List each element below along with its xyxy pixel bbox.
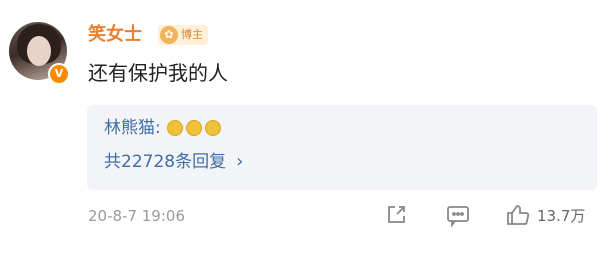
reply-emoji-group xyxy=(166,120,221,136)
share-button[interactable] xyxy=(384,203,408,227)
blogger-badge-icon: ✿ xyxy=(160,26,178,44)
share-icon xyxy=(388,206,405,223)
avatar-face xyxy=(27,36,51,66)
reply-preview-box[interactable]: 林熊猫: 共22728条回复 › xyxy=(87,105,597,190)
emoji-icon xyxy=(185,120,202,136)
thumbs-up-icon xyxy=(507,205,530,225)
emoji-icon xyxy=(166,120,183,136)
reply-author[interactable]: 林熊猫: xyxy=(104,116,161,140)
reply-preview-line: 林熊猫: xyxy=(104,116,221,140)
emoji-icon xyxy=(204,120,221,136)
like-count: 13.7万 xyxy=(537,206,586,225)
like-button[interactable]: 13.7万 xyxy=(505,203,585,227)
timestamp: 20-8-7 19:06 xyxy=(88,207,185,225)
chevron-right-icon: › xyxy=(236,151,244,172)
reply-count-text: 共22728条回复 xyxy=(104,152,227,172)
comment-text: 还有保护我的人 xyxy=(88,61,228,85)
username[interactable]: 笑女士 xyxy=(88,24,142,46)
blogger-badge[interactable]: ✿ 博主 xyxy=(158,25,208,45)
comment-button[interactable] xyxy=(445,203,471,227)
view-replies-link[interactable]: 共22728条回复 › xyxy=(104,150,243,174)
blogger-badge-label: 博主 xyxy=(181,28,203,41)
comment-icon xyxy=(447,206,469,227)
verified-badge-icon: V xyxy=(48,63,70,85)
